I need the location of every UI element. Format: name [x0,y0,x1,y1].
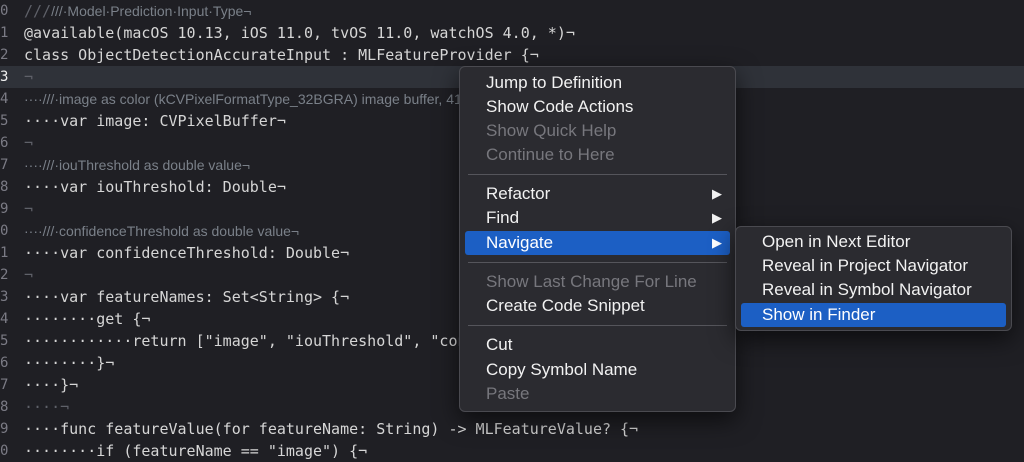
line-number: 6 [0,135,9,151]
menu-item-show-last-change-for-line[interactable]: Show Last Change For Line [465,270,730,294]
line-number: 5 [0,113,9,129]
line-number: 8 [0,179,9,195]
line-number: 2 [0,47,9,63]
menu-item-refactor[interactable]: Refactor ▶ [465,182,730,206]
line-number: 1 [0,245,9,261]
line-code: ····¬ [24,398,70,416]
line-code: ····}¬ [24,376,79,394]
context-menu: Jump to Definition Show Code Actions Sho… [459,66,736,412]
code-line: 0 ········if (featureName == "image") {¬ [0,440,1024,462]
submenu-item-open-in-next-editor[interactable]: Open in Next Editor [741,230,1006,254]
line-code: @available(macOS 10.13, iOS 11.0, tvOS 1… [24,24,575,42]
line-code: ¬ [24,68,34,86]
menu-item-continue-to-here[interactable]: Continue to Here [465,143,730,167]
line-number: 1 [0,25,9,41]
submenu-item-reveal-in-project-navigator[interactable]: Reveal in Project Navigator [741,254,1006,278]
line-code: ····var iouThreshold: Double¬ [24,178,286,196]
line-number: 3 [0,69,9,85]
line-code: ····///·confidenceThreshold as double va… [24,223,300,239]
menu-item-copy-symbol-name[interactable]: Copy Symbol Name [465,358,730,382]
line-code: ····var image: CVPixelBuffer¬ [24,112,286,130]
line-code: ····var featureNames: Set<String> {¬ [24,288,350,306]
submenu-item-reveal-in-symbol-navigator[interactable]: Reveal in Symbol Navigator [741,278,1006,302]
line-number: 9 [0,201,9,217]
line-number: 6 [0,355,9,371]
submenu-arrow-icon: ▶ [712,210,722,225]
line-number: 0 [0,223,9,239]
menu-separator [468,174,727,175]
line-number: 2 [0,267,9,283]
line-code: //////·Model·Prediction·Input·Type¬ [24,2,252,20]
line-number: 0 [0,443,9,459]
line-code: ········}¬ [24,354,115,372]
code-line: 9 ····func featureValue(for featureName: … [0,418,1024,440]
submenu-item-show-in-finder[interactable]: Show in Finder [741,303,1006,327]
menu-item-paste[interactable]: Paste [465,382,730,406]
line-number: 7 [0,377,9,393]
line-number: 5 [0,333,9,349]
submenu-arrow-icon: ▶ [712,235,722,250]
submenu-arrow-icon: ▶ [712,186,722,201]
line-code: ········if (featureName == "image") {¬ [24,442,368,460]
menu-item-label: Find [486,208,520,227]
line-number: 4 [0,311,9,327]
menu-item-cut[interactable]: Cut [465,333,730,357]
menu-item-find[interactable]: Find ▶ [465,206,730,230]
navigate-submenu: Open in Next Editor Reveal in Project Na… [735,226,1012,331]
code-line: 2 class ObjectDetectionAccurateInput : ML… [0,44,1024,66]
line-code: ········get {¬ [24,310,151,328]
menu-item-label: Refactor [486,184,551,203]
line-code: ····///·iouThreshold as double value¬ [24,157,251,173]
line-code: ¬ [24,266,34,284]
line-code: ····var confidenceThreshold: Double¬ [24,244,350,262]
menu-item-show-code-actions[interactable]: Show Code Actions [465,95,730,119]
menu-item-show-quick-help[interactable]: Show Quick Help [465,119,730,143]
line-code: class ObjectDetectionAccurateInput : MLF… [24,46,539,64]
line-number: 4 [0,91,9,107]
line-number: 9 [0,421,9,437]
menu-separator [468,325,727,326]
line-number: 8 [0,399,9,415]
menu-item-create-code-snippet[interactable]: Create Code Snippet [465,294,730,318]
code-line: 1 @available(macOS 10.13, iOS 11.0, tvOS … [0,22,1024,44]
menu-item-navigate[interactable]: Navigate ▶ [465,231,730,255]
line-number: 7 [0,157,9,173]
code-line: 0 //////·Model·Prediction·Input·Type¬ [0,0,1024,22]
line-code: ····func featureValue(for featureName: S… [24,420,639,438]
line-number: 0 [0,3,9,19]
menu-item-jump-to-definition[interactable]: Jump to Definition [465,71,730,95]
menu-separator [468,262,727,263]
line-code: ¬ [24,200,34,218]
line-number: 3 [0,289,9,305]
line-code: ¬ [24,134,34,152]
menu-item-label: Navigate [486,233,554,252]
